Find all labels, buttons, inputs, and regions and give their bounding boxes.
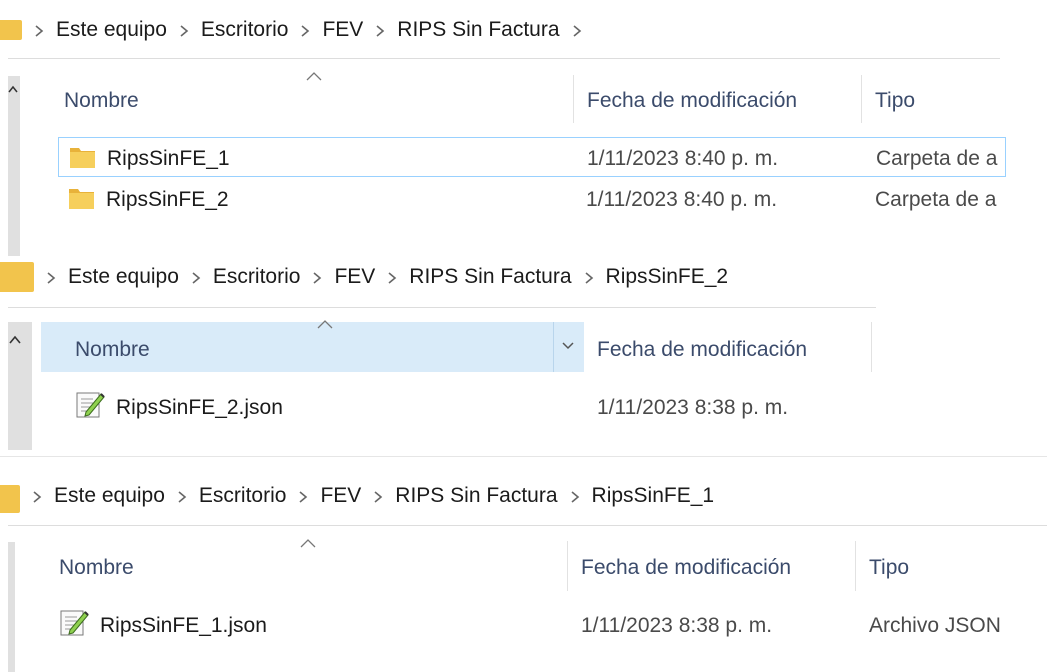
breadcrumb: Este equipo Escritorio FEV RIPS Sin Fact… xyxy=(22,10,594,50)
folder-icon xyxy=(0,262,34,292)
breadcrumb-item[interactable]: RIPS Sin Factura xyxy=(395,484,557,508)
breadcrumb-item[interactable]: RIPS Sin Factura xyxy=(409,265,571,289)
column-header-name[interactable]: Nombre xyxy=(59,557,134,578)
file-date: 1/11/2023 8:40 p. m. xyxy=(587,147,779,170)
column-header-type[interactable]: Tipo xyxy=(869,557,909,578)
column-header-date[interactable]: Fecha de modificación xyxy=(587,90,797,111)
folder-icon xyxy=(70,148,95,168)
chevron-right-icon[interactable] xyxy=(22,22,56,38)
column-divider xyxy=(855,541,856,591)
breadcrumb-item[interactable]: Este equipo xyxy=(56,18,167,42)
file-name: RipsSinFE_1.json xyxy=(100,614,267,637)
breadcrumb-item[interactable]: Este equipo xyxy=(68,265,179,289)
scroll-up-icon[interactable] xyxy=(8,334,22,346)
chevron-right-icon[interactable] xyxy=(288,22,322,38)
file-type: Carpeta de a xyxy=(876,147,998,170)
column-divider xyxy=(567,541,568,591)
breadcrumb-item[interactable]: RipsSinFE_2 xyxy=(606,265,729,289)
breadcrumb-item[interactable]: FEV xyxy=(322,18,363,42)
breadcrumb-item[interactable]: RIPS Sin Factura xyxy=(397,18,559,42)
column-divider xyxy=(871,322,872,372)
chevron-right-icon[interactable] xyxy=(361,488,395,504)
folder-icon xyxy=(69,189,94,209)
chevron-right-icon[interactable] xyxy=(572,269,606,285)
file-type: Carpeta de a xyxy=(875,188,997,211)
column-header-type[interactable]: Tipo xyxy=(875,90,915,111)
column-header-name[interactable]: Nombre xyxy=(64,90,139,111)
file-row[interactable]: RipsSinFE_2.json 1/11/2023 8:38 p. m. xyxy=(60,385,876,427)
column-header-date[interactable]: Fecha de modificación xyxy=(597,339,807,360)
file-name: RipsSinFE_1 xyxy=(107,147,230,170)
breadcrumb-item[interactable]: Escritorio xyxy=(199,484,287,508)
sort-ascending-icon xyxy=(306,72,322,81)
breadcrumb-item[interactable]: RipsSinFE_1 xyxy=(592,484,715,508)
column-divider xyxy=(861,75,862,123)
sort-ascending-icon xyxy=(317,320,333,329)
file-date: 1/11/2023 8:38 p. m. xyxy=(581,614,773,637)
chevron-right-icon[interactable] xyxy=(375,269,409,285)
chevron-right-icon[interactable] xyxy=(558,488,592,504)
file-name: RipsSinFE_2 xyxy=(106,188,229,211)
chevron-right-icon[interactable] xyxy=(20,488,54,504)
breadcrumb-item[interactable]: Escritorio xyxy=(213,265,301,289)
divider xyxy=(0,456,1047,457)
breadcrumb-item[interactable]: FEV xyxy=(334,265,375,289)
file-row[interactable]: RipsSinFE_1 1/11/2023 8:40 p. m. Carpeta… xyxy=(58,137,1006,177)
file-name: RipsSinFE_2.json xyxy=(116,396,283,419)
breadcrumb-item[interactable]: Este equipo xyxy=(54,484,165,508)
column-header-date[interactable]: Fecha de modificación xyxy=(581,557,791,578)
file-type: Archivo JSON xyxy=(869,614,1001,637)
scrollbar[interactable] xyxy=(8,542,15,672)
json-file-icon xyxy=(76,392,105,418)
column-divider xyxy=(553,322,554,372)
scrollbar[interactable] xyxy=(8,76,20,256)
breadcrumb: Este equipo Escritorio FEV RIPS Sin Fact… xyxy=(20,476,714,516)
sort-ascending-icon xyxy=(300,539,316,548)
chevron-down-icon[interactable] xyxy=(561,341,575,351)
column-divider xyxy=(573,75,574,123)
folder-icon xyxy=(0,485,20,513)
file-date: 1/11/2023 8:38 p. m. xyxy=(597,396,789,419)
scroll-up-icon[interactable] xyxy=(8,84,18,94)
chevron-right-icon[interactable] xyxy=(286,488,320,504)
divider xyxy=(8,307,876,308)
json-file-icon xyxy=(60,610,89,636)
divider xyxy=(8,58,1000,59)
file-row[interactable]: RipsSinFE_2 1/11/2023 8:40 p. m. Carpeta… xyxy=(58,178,1006,218)
chevron-right-icon[interactable] xyxy=(165,488,199,504)
breadcrumb-item[interactable]: FEV xyxy=(320,484,361,508)
chevron-right-icon[interactable] xyxy=(363,22,397,38)
breadcrumb: Este equipo Escritorio FEV RIPS Sin Fact… xyxy=(34,257,728,297)
divider xyxy=(8,525,1047,526)
folder-icon xyxy=(0,20,22,40)
chevron-right-icon[interactable] xyxy=(560,22,594,38)
breadcrumb-item[interactable]: Escritorio xyxy=(201,18,289,42)
chevron-right-icon[interactable] xyxy=(34,269,68,285)
chevron-right-icon[interactable] xyxy=(300,269,334,285)
column-header-name[interactable]: Nombre xyxy=(75,339,150,360)
chevron-right-icon[interactable] xyxy=(167,22,201,38)
chevron-right-icon[interactable] xyxy=(179,269,213,285)
file-date: 1/11/2023 8:40 p. m. xyxy=(586,188,778,211)
file-row[interactable]: RipsSinFE_1.json 1/11/2023 8:38 p. m. Ar… xyxy=(44,603,1044,645)
